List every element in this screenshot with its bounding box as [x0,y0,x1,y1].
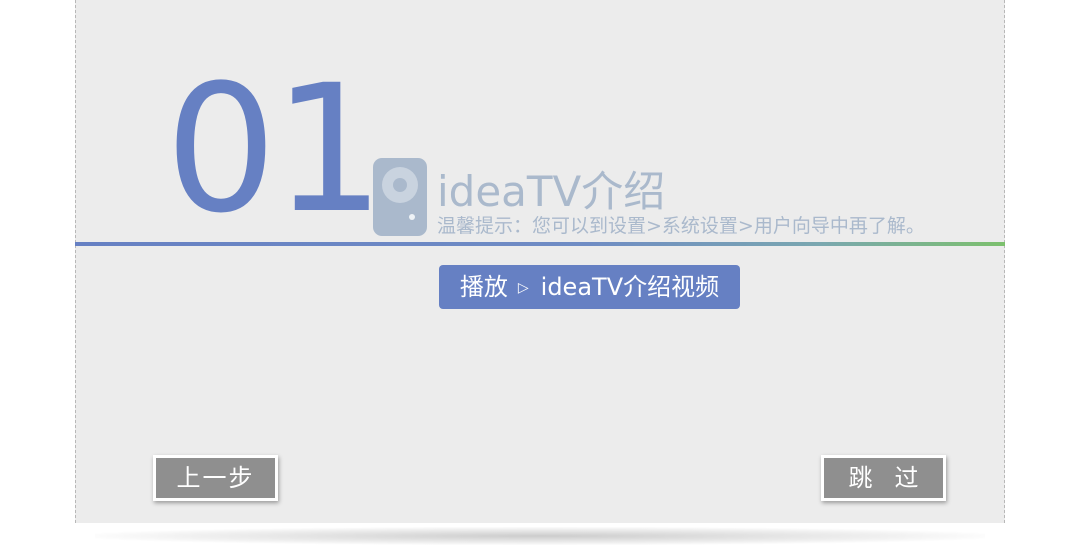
screen-shadow [95,527,985,545]
play-label-prefix: 播放 [459,273,508,301]
skip-button[interactable]: 跳过 [821,455,946,501]
remote-dpad [382,167,418,203]
remote-button [409,214,415,220]
prev-step-button[interactable]: 上一步 [153,455,278,501]
step-number: 01 [165,47,385,252]
divider-line [75,242,1005,246]
play-video-button[interactable]: 播放 ▷ ideaTV介绍视频 [439,265,740,309]
play-label-main: ideaTV介绍视频 [540,273,720,301]
play-triangle-icon: ▷ [517,280,529,296]
remote-control-icon [373,158,427,236]
section-title: ideaTV介绍 [437,167,666,216]
tip-text: 温馨提示：您可以到设置>系统设置>用户向导中再了解。 [437,215,925,237]
